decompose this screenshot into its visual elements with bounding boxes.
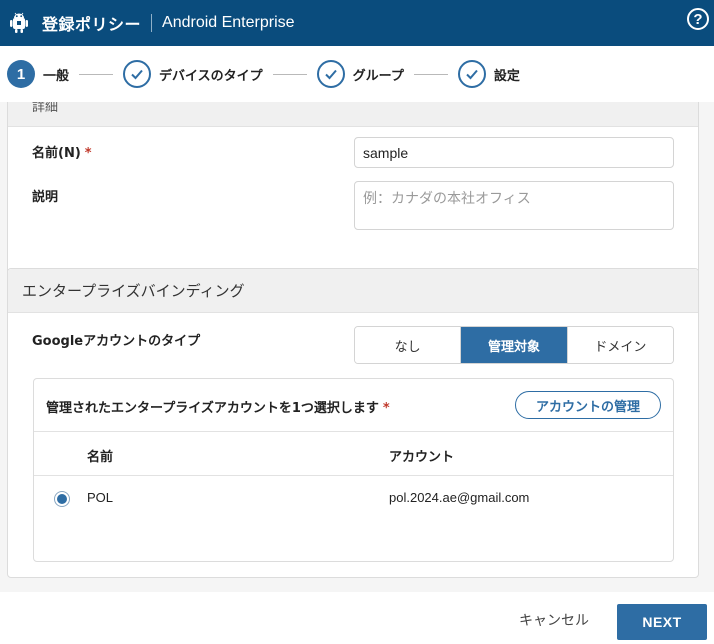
name-label-text: 名前(N): [32, 146, 81, 161]
column-header-name[interactable]: 名前: [87, 446, 113, 465]
scroll-content[interactable]: 詳細 名前(N) * sample 説明 例：カナダの本社オフィス エンタープライ…: [0, 102, 714, 592]
table-row[interactable]: POL pol.2024.ae@gmail.com: [34, 476, 673, 522]
next-button[interactable]: NEXT: [617, 604, 707, 640]
help-symbol: ?: [693, 10, 703, 28]
account-email-cell: pol.2024.ae@gmail.com: [389, 490, 530, 505]
account-type-managed-option[interactable]: 管理対象: [461, 327, 568, 363]
column-header-account[interactable]: アカウント: [389, 446, 454, 465]
step-number-badge: 1: [7, 60, 35, 88]
name-input[interactable]: sample: [354, 137, 674, 168]
description-placeholder: 例：カナダの本社オフィス: [363, 190, 531, 206]
check-icon: [123, 60, 152, 88]
step-connector: [272, 73, 307, 75]
details-card-header: 詳細: [8, 102, 698, 127]
account-type-domain-option[interactable]: ドメイン: [567, 327, 673, 363]
name-value: sample: [363, 144, 409, 161]
description-label: 説明: [32, 190, 59, 205]
check-icon: [316, 60, 345, 88]
step-settings[interactable]: 設定: [457, 60, 520, 88]
description-textarea[interactable]: 例：カナダの本社オフィス: [354, 181, 674, 230]
android-robot-icon: [10, 12, 28, 33]
table-header: 名前 アカウント: [34, 432, 673, 476]
wizard-footer: キャンセル NEXT: [0, 592, 714, 644]
page-title: 登録ポリシー: [42, 15, 142, 34]
select-account-title: 管理されたエンタープライズアカウントを1つ選択します *: [46, 397, 390, 416]
help-icon[interactable]: ?: [687, 8, 709, 30]
check-icon: [457, 60, 486, 88]
select-account-title-text: 管理されたエンタープライズアカウントを1つ選択します: [46, 401, 379, 416]
radio-dot: [57, 494, 67, 504]
step-label: グループ: [352, 68, 404, 84]
step-connector: [413, 73, 448, 75]
enterprise-account-panel: 管理されたエンタープライズアカウントを1つ選択します * アカウントの管理 名前 …: [33, 378, 674, 562]
step-device-type[interactable]: デバイスのタイプ: [123, 60, 263, 88]
enterprise-binding-card: エンタープライズバインディング Googleアカウントのタイプ なし 管理対象 …: [7, 268, 699, 578]
step-connector: [79, 73, 114, 75]
step-general[interactable]: 1 一般: [7, 60, 69, 88]
details-section-title: 詳細: [32, 102, 59, 115]
enterprise-binding-header: エンタープライズバインディング: [8, 269, 698, 313]
wizard-stepper: 1 一般 デバイスのタイプ グループ 設定: [0, 46, 714, 102]
title-divider: [151, 14, 153, 32]
required-mark: *: [382, 401, 390, 416]
name-label: 名前(N) *: [32, 142, 92, 161]
page-subtitle: Android Enterprise: [162, 14, 295, 31]
step-number: 1: [16, 65, 26, 83]
enterprise-account-panel-header: 管理されたエンタープライズアカウントを1つ選択します * アカウントの管理: [34, 379, 673, 432]
account-name-cell: POL: [87, 490, 114, 505]
account-type-none-option[interactable]: なし: [355, 327, 462, 363]
account-type-label: Googleアカウントのタイプ: [32, 334, 201, 349]
manage-accounts-button[interactable]: アカウントの管理: [515, 391, 661, 419]
cancel-button[interactable]: キャンセル: [508, 606, 600, 634]
step-label: 設定: [493, 68, 520, 84]
account-radio-selected[interactable]: [54, 491, 70, 507]
step-group[interactable]: グループ: [316, 60, 404, 88]
required-mark: *: [84, 146, 92, 161]
step-label: 一般: [43, 68, 70, 84]
step-label: デバイスのタイプ: [159, 68, 263, 84]
account-type-selector: なし 管理対象 ドメイン: [354, 326, 674, 364]
title-bar: 登録ポリシー Android Enterprise ?: [0, 0, 714, 46]
